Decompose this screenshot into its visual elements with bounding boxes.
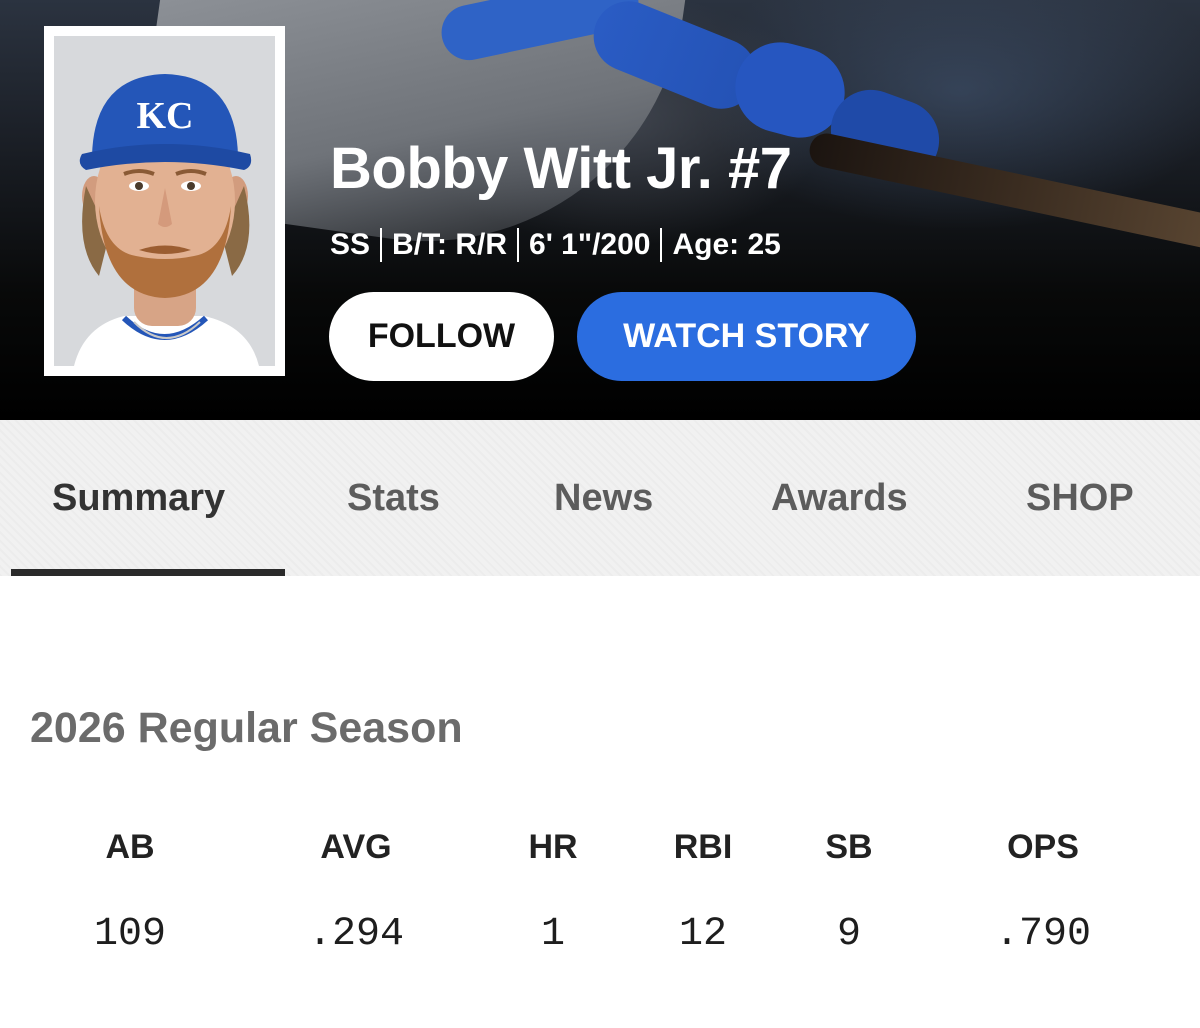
profile-tab-bar: Summary Stats News Awards SHOP xyxy=(0,420,1200,576)
tab-stats[interactable]: Stats xyxy=(347,420,440,576)
stat-column-ab: AB 109 xyxy=(20,826,240,958)
season-title: 2026 Regular Season xyxy=(30,704,463,752)
tab-summary[interactable]: Summary xyxy=(52,420,225,576)
player-bats-throws: B/T: R/R xyxy=(392,228,508,261)
tab-shop[interactable]: SHOP xyxy=(1026,420,1134,576)
divider xyxy=(380,228,383,262)
player-height-weight: 6' 1"/200 xyxy=(529,228,651,261)
player-hero: KC Bobby Witt Jr. #7 SS B/T: R/R 6' 1"/2… xyxy=(0,0,1200,420)
cap-logo: KC xyxy=(137,95,194,137)
player-position: SS xyxy=(330,228,371,261)
stat-label: OPS xyxy=(1007,828,1079,866)
stat-label: AB xyxy=(105,828,155,866)
player-age: Age: 25 xyxy=(672,228,781,261)
stat-label: AVG xyxy=(320,828,392,866)
divider xyxy=(517,228,520,262)
stat-label: SB xyxy=(825,828,873,866)
player-name: Bobby Witt Jr. #7 xyxy=(330,136,792,201)
divider xyxy=(660,228,663,262)
player-bio-line: SS B/T: R/R 6' 1"/200 Age: 25 xyxy=(330,228,781,262)
stat-value: 109 xyxy=(93,912,166,957)
stat-value: .790 xyxy=(994,912,1091,957)
player-headshot-image: KC xyxy=(54,36,275,366)
stat-value: .294 xyxy=(307,912,404,957)
watch-story-button[interactable]: WATCH STORY xyxy=(577,292,916,381)
player-headshot: KC xyxy=(44,26,285,376)
tab-news[interactable]: News xyxy=(554,420,653,576)
stat-column-avg: AVG .294 xyxy=(246,826,466,958)
tab-awards[interactable]: Awards xyxy=(771,420,908,576)
hero-background-bat xyxy=(806,130,1200,251)
stat-value: 9 xyxy=(836,912,861,957)
follow-button[interactable]: FOLLOW xyxy=(329,292,554,381)
headshot-illustration: KC xyxy=(74,74,259,366)
active-tab-indicator xyxy=(11,569,285,576)
stat-column-ops: OPS .790 xyxy=(933,826,1153,958)
stat-column-sb: SB 9 xyxy=(739,826,959,958)
